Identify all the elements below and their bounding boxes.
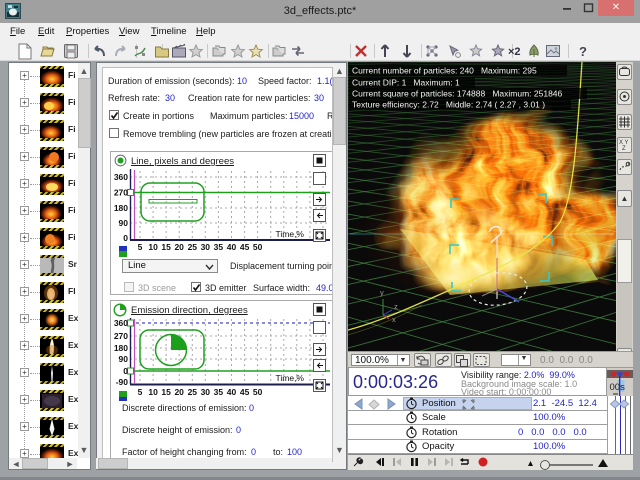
svg-text:360: 360 [114, 318, 128, 328]
svg-text:x: x [392, 315, 396, 324]
svg-text:10: 10 [148, 387, 158, 397]
svg-text:00s: 00s [610, 382, 626, 393]
svg-text:Z: Z [622, 146, 626, 152]
svg-text:30: 30 [201, 387, 211, 397]
svg-text:0: 0 [123, 233, 128, 243]
svg-text:40: 40 [227, 387, 237, 397]
svg-text:40: 40 [227, 242, 237, 252]
svg-text:35: 35 [214, 387, 224, 397]
svg-text:50: 50 [253, 242, 263, 252]
svg-text:50: 50 [253, 387, 263, 397]
svg-text:Current square of particles: 1: Current square of particles: 174888 Maxi… [352, 89, 563, 99]
svg-text:45: 45 [240, 387, 250, 397]
svg-text:y: y [380, 288, 384, 297]
svg-text:5: 5 [138, 387, 143, 397]
svg-text:15: 15 [161, 242, 171, 252]
svg-text:360: 360 [114, 172, 128, 182]
svg-text:180: 180 [114, 343, 128, 353]
svg-text:×2: ×2 [508, 46, 521, 58]
svg-text:10: 10 [148, 242, 158, 252]
svg-text:20: 20 [174, 242, 184, 252]
svg-text:270: 270 [114, 331, 128, 341]
svg-text:15: 15 [161, 387, 171, 397]
svg-text:0: 0 [123, 366, 128, 376]
svg-text:90: 90 [119, 218, 129, 228]
svg-text:30: 30 [201, 242, 211, 252]
svg-text:Current number of particles: 2: Current number of particles: 240 Maximum… [352, 66, 537, 76]
svg-text:25: 25 [188, 242, 198, 252]
svg-text:5: 5 [138, 242, 143, 252]
svg-text:Time,%: Time,% [276, 229, 305, 239]
svg-text:20: 20 [174, 387, 184, 397]
svg-text:Time,%: Time,% [276, 373, 305, 383]
svg-text:Current DIP: 1 Maximum: 1: Current DIP: 1 Maximum: 1 [352, 78, 460, 88]
svg-text:z: z [394, 302, 398, 311]
svg-text:270: 270 [114, 188, 128, 198]
svg-text:-90: -90 [116, 377, 129, 387]
svg-text:45: 45 [240, 242, 250, 252]
svg-text:90: 90 [119, 354, 129, 364]
svg-text:?: ? [579, 44, 587, 59]
svg-text:35: 35 [214, 242, 224, 252]
svg-text:25: 25 [188, 387, 198, 397]
svg-text:Texture efficiency: 2.72 Mid: Texture efficiency: 2.72 Middle: 2.74 ( … [352, 100, 545, 110]
svg-text:180: 180 [114, 203, 128, 213]
